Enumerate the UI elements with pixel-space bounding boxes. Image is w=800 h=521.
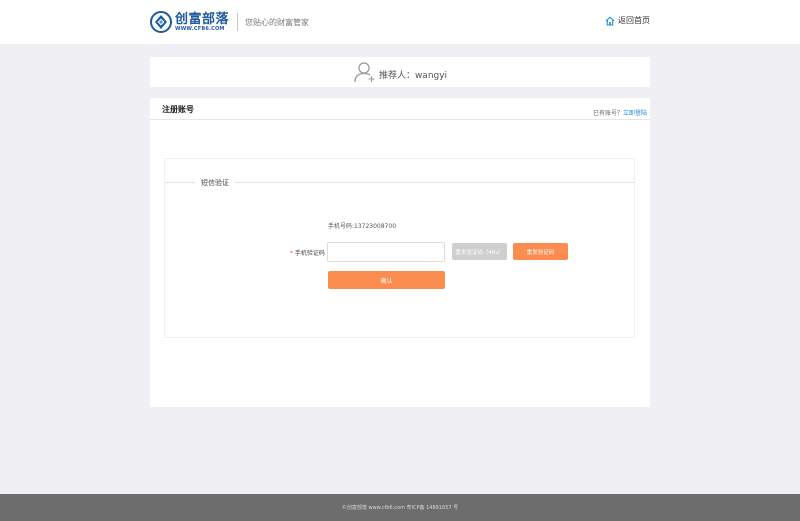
logo-mark-icon: [150, 11, 172, 33]
home-icon: [605, 15, 615, 26]
header: 创富部落 WWW.CFB6.COM 您贴心的财富管家 返回首页: [0, 0, 800, 44]
resend-code-button[interactable]: 重发验证码: [513, 243, 568, 260]
code-label: * 手机验证码: [290, 248, 325, 257]
logo-name: 创富部落: [175, 11, 230, 27]
have-account-text: 已有账号？: [592, 110, 623, 117]
footer-text: ©创富部落 www.cfb6.com 粤ICP备 14891657 号: [341, 505, 459, 511]
logo-divider: [237, 13, 239, 31]
code-row: * 手机验证码 重发验证码（46s） 重发验证码: [165, 242, 634, 262]
sms-verification-box: 短信验证 手机号码:13723008700 * 手机验证码 重发验证码（46s）…: [164, 158, 635, 338]
logo-slogan: 您贴心的财富管家: [245, 17, 310, 27]
user-icon: [354, 62, 375, 83]
sms-legend: 短信验证: [195, 178, 235, 188]
back-home-link[interactable]: 返回首页: [605, 15, 650, 26]
referrer-bar: 推荐人：wangyi: [150, 57, 650, 87]
resend-countdown-button: 重发验证码（46s）: [452, 243, 507, 260]
confirm-button[interactable]: 确认: [328, 271, 445, 289]
back-home-label: 返回首页: [618, 16, 650, 25]
referrer-text: 推荐人：wangyi: [378, 70, 448, 81]
logo[interactable]: 创富部落 WWW.CFB6.COM 您贴心的财富管家: [150, 10, 309, 34]
footer: ©创富部落 www.cfb6.com 粤ICP备 14891657 号: [0, 494, 800, 521]
required-mark: *: [290, 250, 293, 257]
register-header: 注册账号 已有账号？立即登陆: [150, 98, 650, 120]
legend-divider: [165, 182, 634, 183]
phone-number-text: 手机号码:13723008700: [328, 223, 397, 230]
code-label-text: 手机验证码: [294, 250, 325, 257]
login-link[interactable]: 立即登陆: [623, 110, 647, 117]
login-hint: 已有账号？立即登陆: [593, 108, 647, 117]
register-panel: 注册账号 已有账号？立即登陆 短信验证 手机号码:13723008700 * 手…: [150, 98, 650, 407]
sms-code-input[interactable]: [327, 242, 445, 262]
logo-url: WWW.CFB6.COM: [175, 25, 225, 32]
register-title: 注册账号: [162, 105, 194, 114]
